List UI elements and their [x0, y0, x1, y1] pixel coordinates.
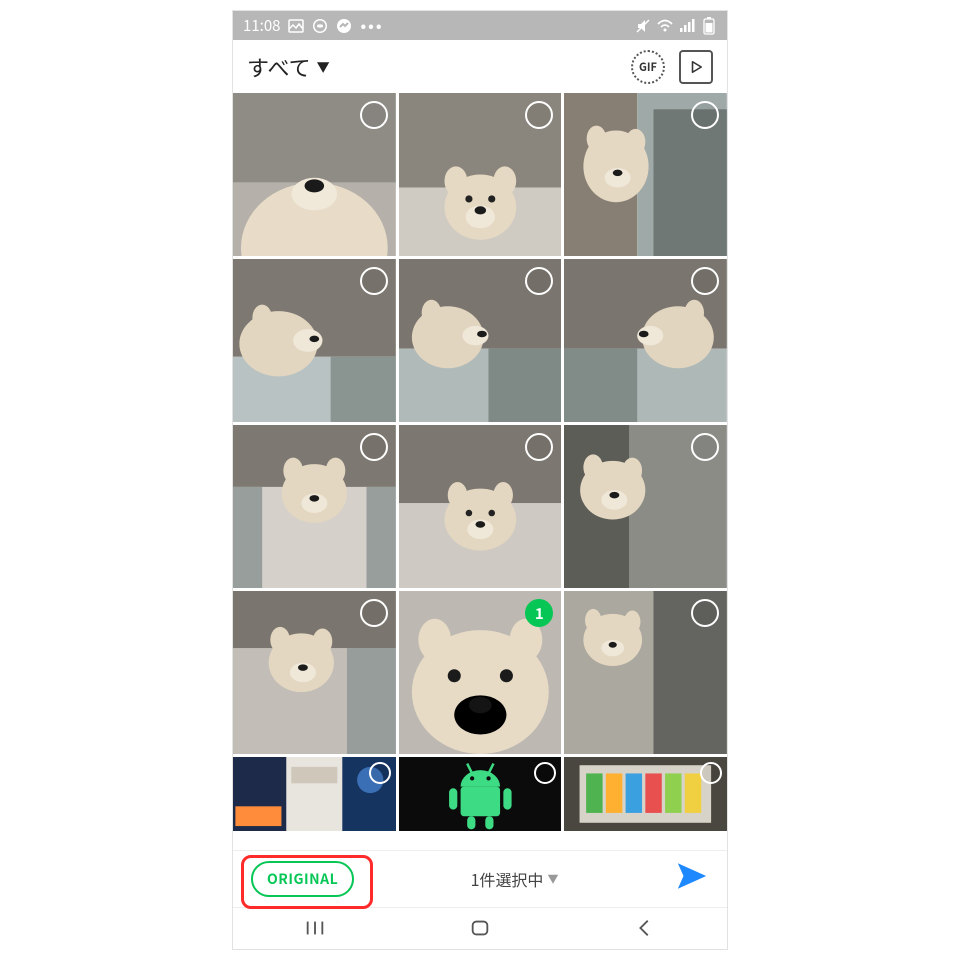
photo-tile[interactable] [564, 757, 727, 831]
back-icon [634, 917, 656, 939]
status-bar: 11:08 ••• [233, 11, 727, 40]
tray-more-icon: ••• [360, 15, 383, 36]
photo-tile[interactable]: 1 [399, 591, 562, 754]
send-button[interactable] [675, 859, 709, 898]
select-ring[interactable] [360, 101, 388, 129]
photo-tile[interactable] [399, 259, 562, 422]
battery-icon [701, 18, 717, 34]
photo-tile[interactable] [233, 259, 396, 422]
selection-badge: 1 [535, 603, 544, 624]
selection-count-text: 1件選択中 [471, 867, 544, 891]
photo-tile[interactable] [564, 425, 727, 588]
photo-tile[interactable] [399, 93, 562, 256]
photo-tile[interactable] [399, 757, 562, 831]
home-icon [469, 917, 491, 939]
slideshow-button[interactable] [679, 50, 713, 84]
selection-count-dropdown[interactable]: 1件選択中 ▼ [471, 867, 559, 891]
caret-down-icon: ▼ [317, 57, 330, 76]
caret-down-icon: ▼ [548, 871, 559, 887]
line-tray-icon [312, 18, 328, 34]
gif-button[interactable]: GIF [631, 50, 665, 84]
photo-tile[interactable] [233, 757, 396, 831]
original-toggle[interactable]: ORIGINAL [251, 861, 354, 897]
app-bar-actions: GIF [631, 50, 713, 84]
photo-tile[interactable] [564, 259, 727, 422]
photo-tile[interactable] [233, 425, 396, 588]
photo-tile[interactable] [564, 93, 727, 256]
nav-back[interactable] [615, 917, 675, 939]
status-right [635, 18, 717, 34]
album-selector[interactable]: すべて ▼ [247, 51, 330, 83]
wifi-icon [657, 18, 673, 34]
select-ring[interactable] [360, 433, 388, 461]
phone-frame: 11:08 ••• [232, 10, 728, 950]
gif-label: GIF [639, 59, 657, 75]
system-nav-bar [233, 907, 727, 949]
photo-tile[interactable] [564, 591, 727, 754]
messenger-tray-icon [336, 18, 352, 34]
photo-grid: 1 [233, 93, 727, 850]
signal-icon [679, 18, 695, 34]
nav-recents[interactable] [285, 917, 345, 939]
send-icon [675, 859, 709, 893]
select-ring[interactable] [369, 762, 391, 784]
select-ring[interactable] [360, 267, 388, 295]
photo-tile[interactable] [233, 591, 396, 754]
original-label: ORIGINAL [267, 869, 338, 889]
mute-icon [635, 18, 651, 34]
play-icon [689, 60, 703, 74]
select-ring[interactable] [360, 599, 388, 627]
status-time: 11:08 [243, 15, 280, 36]
nav-home[interactable] [450, 917, 510, 939]
bottom-bar: ORIGINAL 1件選択中 ▼ [233, 850, 727, 907]
app-bar: すべて ▼ GIF [233, 40, 727, 93]
gallery-tray-icon [288, 18, 304, 34]
album-label: すべて [247, 51, 311, 83]
photo-tile[interactable] [399, 425, 562, 588]
recents-icon [304, 917, 326, 939]
status-left: 11:08 ••• [243, 15, 384, 36]
photo-tile[interactable] [233, 93, 396, 256]
